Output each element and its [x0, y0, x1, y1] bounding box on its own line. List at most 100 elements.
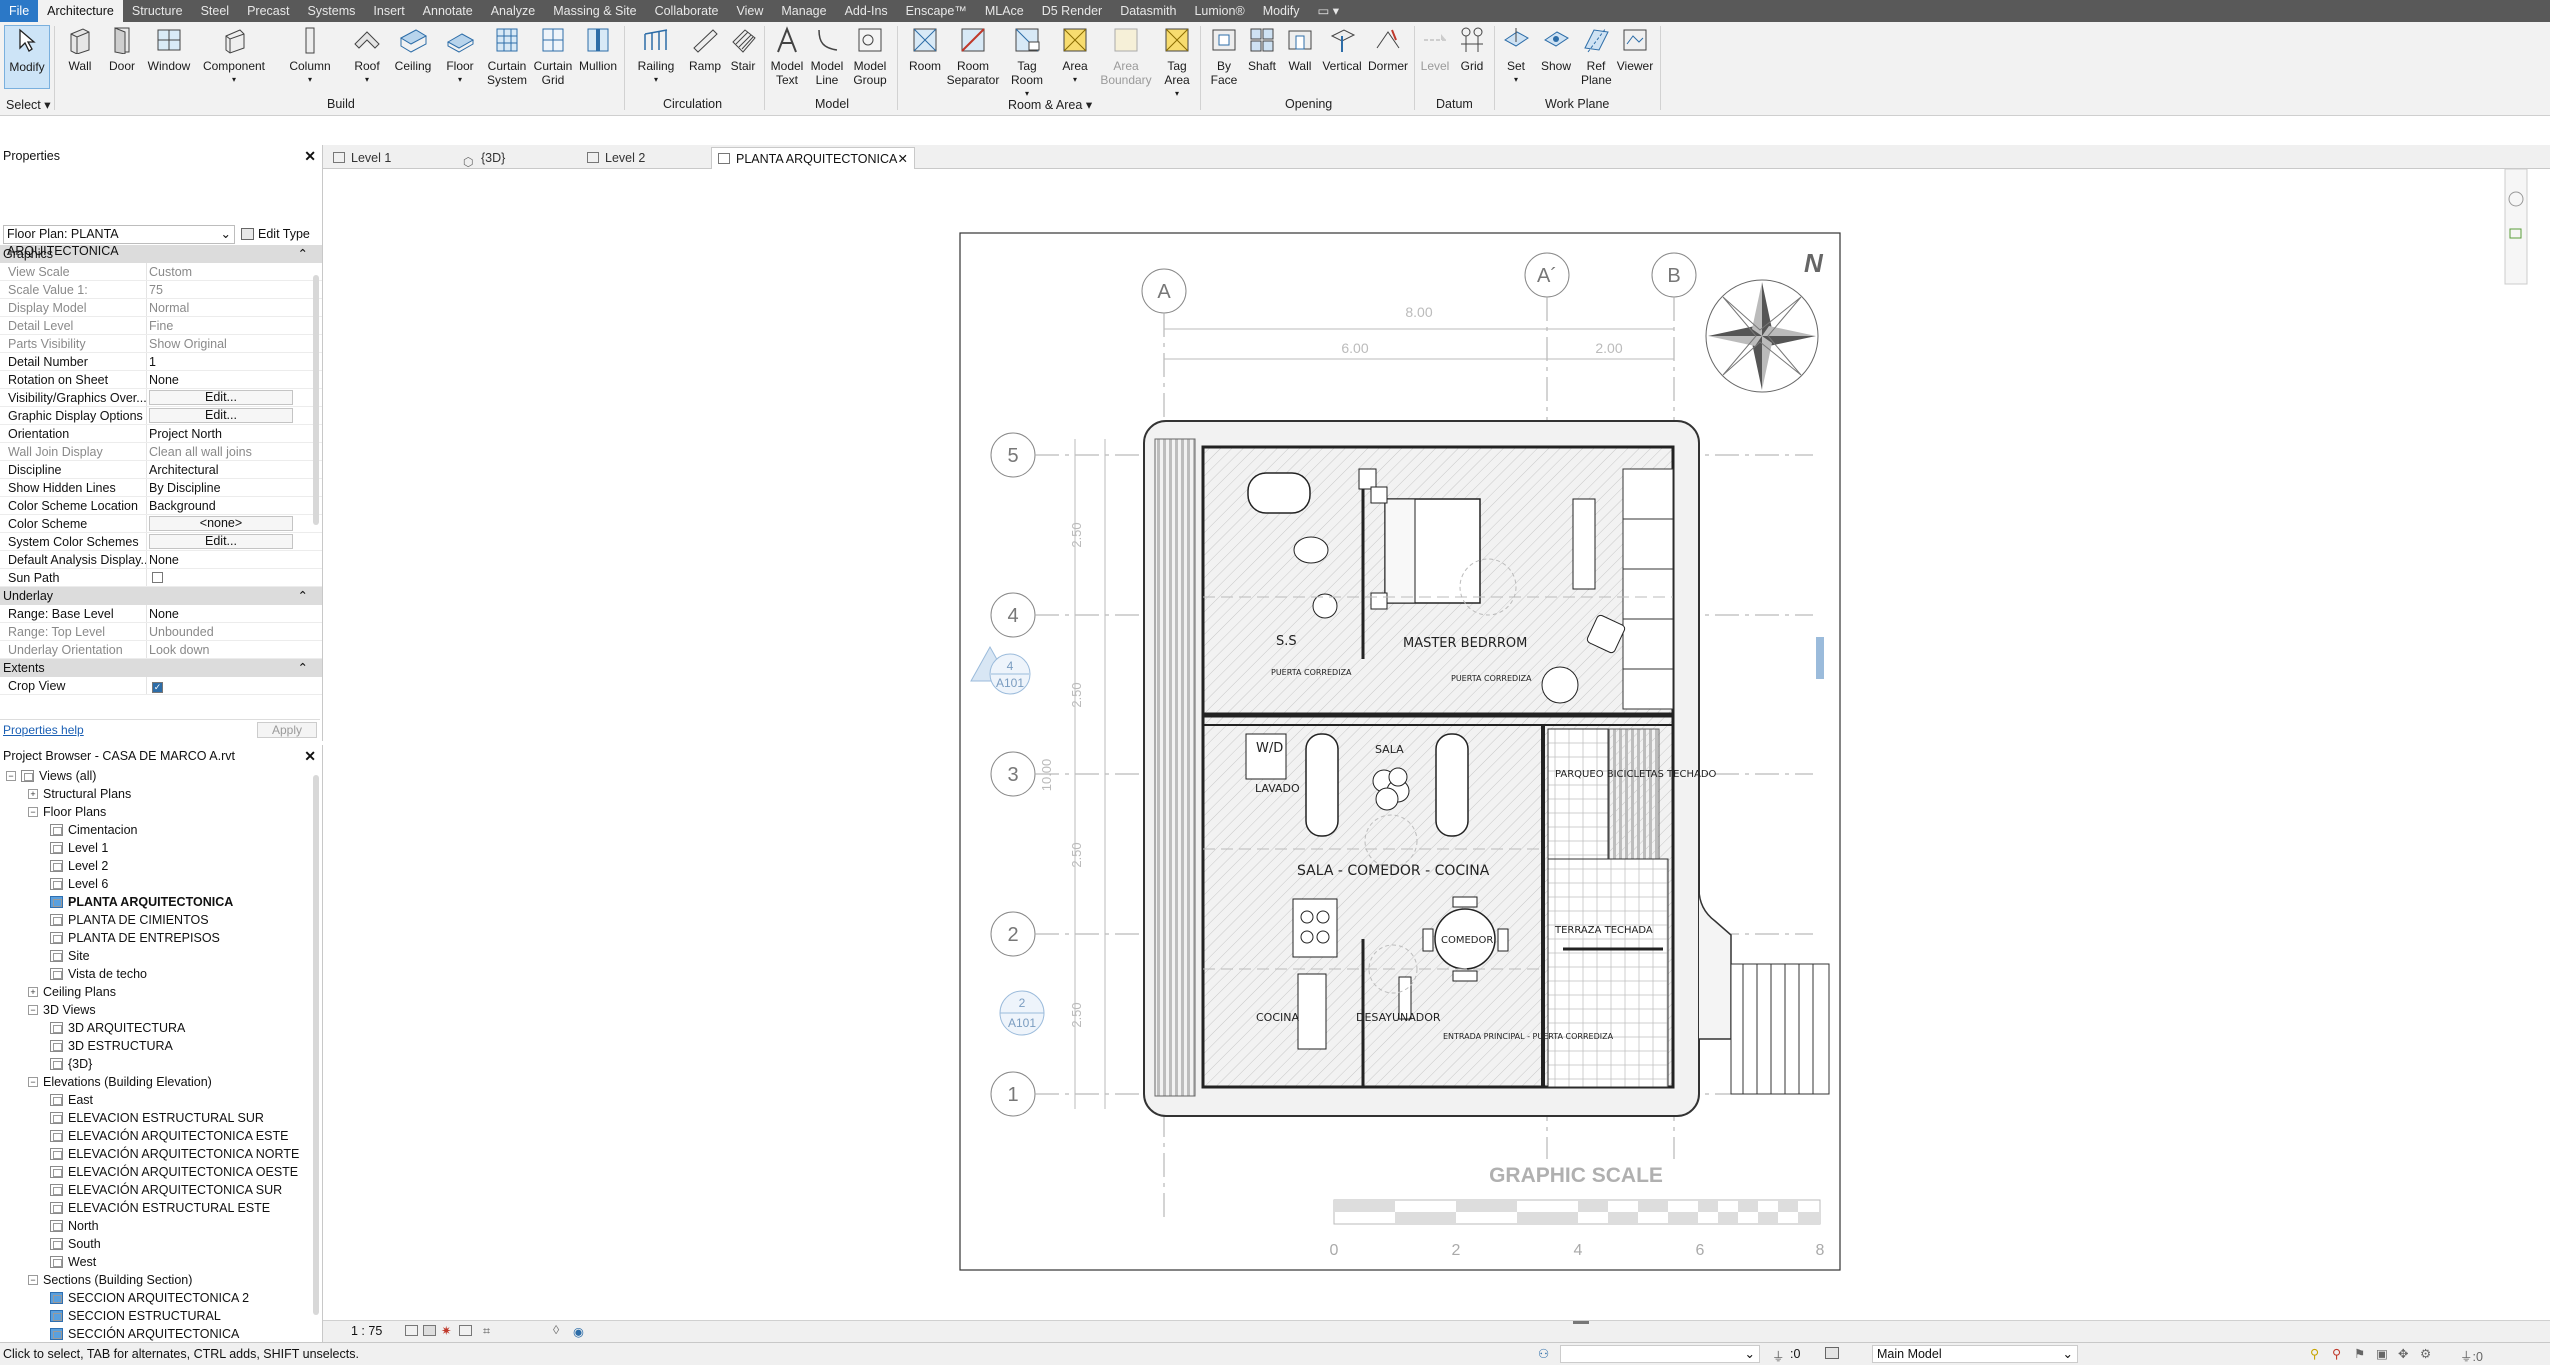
- hide-isolate-icon[interactable]: ◊: [553, 1323, 559, 1337]
- property-edit-button[interactable]: Edit...: [149, 390, 293, 405]
- set-workplane-button[interactable]: Set ▾: [1498, 25, 1534, 87]
- property-edit-button[interactable]: Edit...: [149, 408, 293, 423]
- view-tab-level-1[interactable]: Level 1: [327, 147, 457, 169]
- select-by-face-icon[interactable]: ▣: [2376, 1346, 2388, 1361]
- ribbon-tab-file[interactable]: File: [0, 0, 39, 22]
- property-value[interactable]: None: [146, 605, 308, 622]
- grid-button[interactable]: Grid: [1454, 25, 1490, 73]
- ribbon-tab-annotate[interactable]: Annotate: [414, 0, 482, 22]
- design-options-icon[interactable]: [1825, 1347, 1839, 1359]
- shadows-icon[interactable]: [459, 1325, 472, 1336]
- ramp-button[interactable]: Ramp: [686, 25, 724, 73]
- railing-button[interactable]: Railing ▾: [632, 25, 680, 87]
- property-row[interactable]: Color Scheme <none>: [0, 515, 322, 533]
- collapse-icon[interactable]: −: [28, 1005, 38, 1015]
- room-label-sala-comedor-cocina[interactable]: SALA - COMEDOR - COCINA: [1297, 863, 1490, 879]
- room-separator-button[interactable]: Room Separator: [946, 25, 1000, 87]
- level-button[interactable]: Level: [1418, 25, 1452, 73]
- door-note-2[interactable]: PUERTA CORREDIZA: [1451, 674, 1532, 683]
- property-row[interactable]: Show Hidden Lines By Discipline: [0, 479, 322, 497]
- ribbon-tab-lumion[interactable]: Lumion®: [1185, 0, 1253, 22]
- property-value[interactable]: 1: [146, 353, 308, 370]
- view-scale-button[interactable]: 1 : 75: [351, 1324, 382, 1338]
- crop-view-icon[interactable]: ⌗: [483, 1324, 490, 1339]
- browser-tree-item[interactable]: North: [0, 1217, 322, 1235]
- close-icon[interactable]: ✕: [304, 745, 316, 767]
- property-row[interactable]: Parts Visibility Show Original: [0, 335, 322, 353]
- room-label-lavado[interactable]: LAVADO: [1255, 782, 1300, 795]
- browser-tree-item[interactable]: Cimentacion: [0, 821, 322, 839]
- ref-plane-button[interactable]: Ref Plane: [1578, 25, 1614, 87]
- property-value[interactable]: Architectural: [146, 461, 308, 478]
- property-row[interactable]: Color Scheme Location Background: [0, 497, 322, 515]
- column-button[interactable]: Column ▾: [286, 25, 334, 87]
- browser-tree-item[interactable]: + Structural Plans: [0, 785, 322, 803]
- room-label-wd[interactable]: W/D: [1256, 741, 1283, 756]
- section-underlay[interactable]: Underlay ⌃: [0, 587, 322, 605]
- property-value[interactable]: ✓: [146, 677, 308, 694]
- model-group-button[interactable]: Model Group: [848, 25, 892, 87]
- tag-room-button[interactable]: Tag Room ▾: [1004, 25, 1050, 101]
- browser-tree-item[interactable]: ELEVACIÓN ARQUITECTONICA SUR: [0, 1181, 322, 1199]
- browser-tree-item[interactable]: ELEVACIÓN ESTRUCTURAL ESTE: [0, 1199, 322, 1217]
- tag-area-button[interactable]: Tag Area ▾: [1158, 25, 1196, 101]
- model-line-button[interactable]: Model Line: [808, 25, 846, 87]
- browser-tree-item[interactable]: − Floor Plans: [0, 803, 322, 821]
- view-tab-3d[interactable]: ⬡ {3D}: [457, 147, 575, 169]
- property-row[interactable]: Sun Path: [0, 569, 322, 587]
- property-value[interactable]: By Discipline: [146, 479, 308, 496]
- close-icon[interactable]: ✕: [304, 145, 316, 167]
- door-button[interactable]: Door: [104, 25, 140, 73]
- browser-tree-item[interactable]: PLANTA DE ENTREPISOS: [0, 929, 322, 947]
- entrance-note[interactable]: ENTRADA PRINCIPAL - PUERTA CORREDIZA: [1443, 1032, 1614, 1041]
- curtain-grid-button[interactable]: Curtain Grid: [532, 25, 574, 87]
- browser-tree-item[interactable]: PLANTA ARQUITECTONICA: [0, 893, 322, 911]
- filter-icon[interactable]: ⏚: [1772, 1346, 1785, 1365]
- property-edit-button[interactable]: <none>: [149, 516, 293, 531]
- section-mark-2[interactable]: 2 A101: [999, 990, 1045, 1036]
- wall-opening-button[interactable]: Wall: [1282, 25, 1318, 73]
- drawing-canvas[interactable]: A A´ B 5 4 3 2 1 8.00 6.00 2.00 2.50 2.5…: [323, 168, 2550, 1320]
- room-area-panel-label[interactable]: Room & Area ▾: [1008, 97, 1092, 112]
- filter-selection-icon[interactable]: ⏚:0: [2460, 1346, 2483, 1365]
- workset-dropdown[interactable]: ⌄: [1560, 1345, 1760, 1363]
- viewer-button[interactable]: Viewer: [1614, 25, 1656, 73]
- horizontal-scrollbar[interactable]: [1573, 1321, 1589, 1324]
- ribbon-tab-structure[interactable]: Structure: [123, 0, 192, 22]
- ribbon-tab-datasmith[interactable]: Datasmith: [1111, 0, 1185, 22]
- room-label-desayunador[interactable]: DESAYUNADOR: [1356, 1011, 1441, 1024]
- property-row[interactable]: View Scale Custom: [0, 263, 322, 281]
- type-selector-dropdown[interactable]: Floor Plan: PLANTA ARQUITECTONICA ⌄: [3, 224, 235, 258]
- wall-button[interactable]: Wall: [62, 25, 98, 73]
- collapse-icon[interactable]: −: [28, 807, 38, 817]
- property-value[interactable]: Edit...: [146, 389, 308, 406]
- browser-tree-item[interactable]: SECCION ESTRUCTURAL: [0, 1307, 322, 1325]
- property-row[interactable]: Crop View ✓: [0, 677, 322, 695]
- property-row[interactable]: Display Model Normal: [0, 299, 322, 317]
- visual-style-icon[interactable]: [423, 1325, 436, 1336]
- vertical-opening-button[interactable]: Vertical: [1320, 25, 1364, 73]
- worksharing-icon[interactable]: ⚇: [1538, 1346, 1549, 1361]
- ribbon-tab-manage[interactable]: Manage: [772, 0, 835, 22]
- stair-button[interactable]: Stair: [726, 25, 760, 73]
- property-row[interactable]: Range: Top Level Unbounded: [0, 623, 322, 641]
- room-label-master-bedroom[interactable]: MASTER BEDRROM: [1403, 636, 1527, 651]
- area-button[interactable]: Area ▾: [1052, 25, 1098, 87]
- browser-tree-item[interactable]: ELEVACIÓN ARQUITECTONICA ESTE: [0, 1127, 322, 1145]
- select-underlay-icon[interactable]: ⚲: [2332, 1346, 2341, 1361]
- property-row[interactable]: Wall Join Display Clean all wall joins: [0, 443, 322, 461]
- collapse-icon[interactable]: −: [28, 1275, 38, 1285]
- ceiling-button[interactable]: Ceiling: [390, 25, 436, 73]
- ribbon-tab-modify[interactable]: Modify: [1254, 0, 1309, 22]
- mullion-button[interactable]: Mullion: [576, 25, 620, 73]
- ribbon-tab-systems[interactable]: Systems: [298, 0, 364, 22]
- browser-tree-item[interactable]: West: [0, 1253, 322, 1271]
- background-process-icon[interactable]: ⚙: [2420, 1346, 2431, 1361]
- property-value[interactable]: None: [146, 371, 308, 388]
- browser-tree-item[interactable]: SECCION ARQUITECTONICA 2: [0, 1289, 322, 1307]
- property-value[interactable]: Project North: [146, 425, 308, 442]
- properties-help-link[interactable]: Properties help: [3, 723, 84, 737]
- browser-tree-item[interactable]: East: [0, 1091, 322, 1109]
- ribbon-tab-add-ins[interactable]: Add-Ins: [836, 0, 897, 22]
- sun-path-icon[interactable]: ✷: [441, 1323, 451, 1338]
